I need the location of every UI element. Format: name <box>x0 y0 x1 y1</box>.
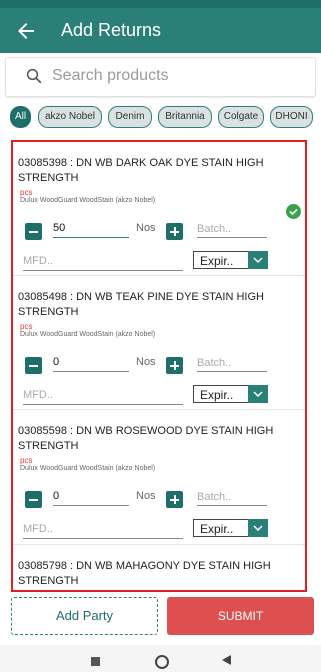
expiry-select[interactable]: Expir.. <box>193 251 268 269</box>
batch-input[interactable]: Batch.. <box>197 221 267 238</box>
chevron-down-icon <box>248 519 268 537</box>
product-brand: Dulux WoodGuard WoodStain (akzo Nobel) <box>20 465 156 472</box>
submit-button[interactable]: SUBMIT <box>167 597 314 635</box>
expiry-select[interactable]: Expir.. <box>193 519 268 537</box>
quantity-input[interactable]: 0 <box>53 354 129 372</box>
product-title: 03085798 : DN WB MAHAGONY DYE STAIN HIGH… <box>18 560 271 587</box>
product-card: 03085798 : DN WB MAHAGONY DYE STAIN HIGH… <box>13 545 305 590</box>
product-brand: Dulux WoodGuard WoodStain (akzo Nobel) <box>20 331 156 338</box>
plus-icon[interactable] <box>166 357 183 374</box>
status-bar <box>0 0 321 8</box>
product-card: 03085498 : DN WB TEAK PINE DYE STAIN HIG… <box>13 276 305 409</box>
mfd-input[interactable]: MFD.. <box>23 253 183 271</box>
mfd-input[interactable]: MFD.. <box>23 521 183 539</box>
product-list[interactable]: 03085398 : DN WB DARK OAK DYE STAIN HIGH… <box>11 140 307 592</box>
plus-icon[interactable] <box>166 223 183 240</box>
filter-chip-denim[interactable]: Denim <box>108 106 152 128</box>
system-nav-bar <box>0 645 321 672</box>
back-icon[interactable] <box>222 655 231 665</box>
search-icon <box>26 68 42 84</box>
minus-icon[interactable] <box>25 223 42 240</box>
product-card: 03085398 : DN WB DARK OAK DYE STAIN HIGH… <box>13 142 305 275</box>
filter-chip-dhoni[interactable]: DHONI <box>270 106 313 128</box>
unit-label: Nos <box>136 222 156 234</box>
product-uom: pcs <box>20 188 33 197</box>
quantity-input[interactable]: 0 <box>53 488 129 506</box>
minus-icon[interactable] <box>25 491 42 508</box>
search-input[interactable]: Search products <box>52 67 169 85</box>
page-title: Add Returns <box>61 20 162 40</box>
filter-chip-all[interactable]: All <box>10 106 31 128</box>
minus-icon[interactable] <box>25 357 42 374</box>
product-title: 03085398 : DN WB DARK OAK DYE STAIN HIGH… <box>18 157 264 184</box>
quantity-input[interactable]: 50 <box>53 220 129 238</box>
unit-label: Nos <box>136 356 156 368</box>
product-title: 03085498 : DN WB TEAK PINE DYE STAIN HIG… <box>18 291 264 318</box>
mfd-input[interactable]: MFD.. <box>23 387 183 405</box>
add-party-button[interactable]: Add Party <box>11 597 158 635</box>
back-arrow-icon[interactable] <box>14 19 38 43</box>
product-card: 03085598 : DN WB ROSEWOOD DYE STAIN HIGH… <box>13 410 305 543</box>
home-icon[interactable] <box>155 655 169 669</box>
chevron-down-icon <box>248 251 268 269</box>
product-brand: Dulux WoodGuard WoodStain (akzo Nobel) <box>20 197 156 204</box>
recent-apps-icon[interactable] <box>91 657 100 666</box>
app-bar: Add Returns <box>0 8 321 53</box>
product-uom: pcs <box>20 322 33 331</box>
expiry-value: Expir.. <box>200 254 234 268</box>
product-title: 03085598 : DN WB ROSEWOOD DYE STAIN HIGH… <box>18 425 274 452</box>
plus-icon[interactable] <box>166 491 183 508</box>
product-uom: pcs <box>20 456 33 465</box>
filter-chip-colgate[interactable]: Colgate <box>218 106 264 128</box>
filter-chip-akzo-nobel[interactable]: akzo Nobel <box>38 106 102 128</box>
expiry-value: Expir.. <box>200 388 234 402</box>
batch-input[interactable]: Batch.. <box>197 489 267 506</box>
batch-input[interactable]: Batch.. <box>197 355 267 372</box>
chevron-down-icon <box>248 385 268 403</box>
check-icon <box>286 204 301 219</box>
search-bar[interactable]: Search products <box>5 57 316 97</box>
expiry-select[interactable]: Expir.. <box>193 385 268 403</box>
unit-label: Nos <box>136 490 156 502</box>
expiry-value: Expir.. <box>200 522 234 536</box>
filter-chip-britannia[interactable]: Britannia <box>158 106 212 128</box>
